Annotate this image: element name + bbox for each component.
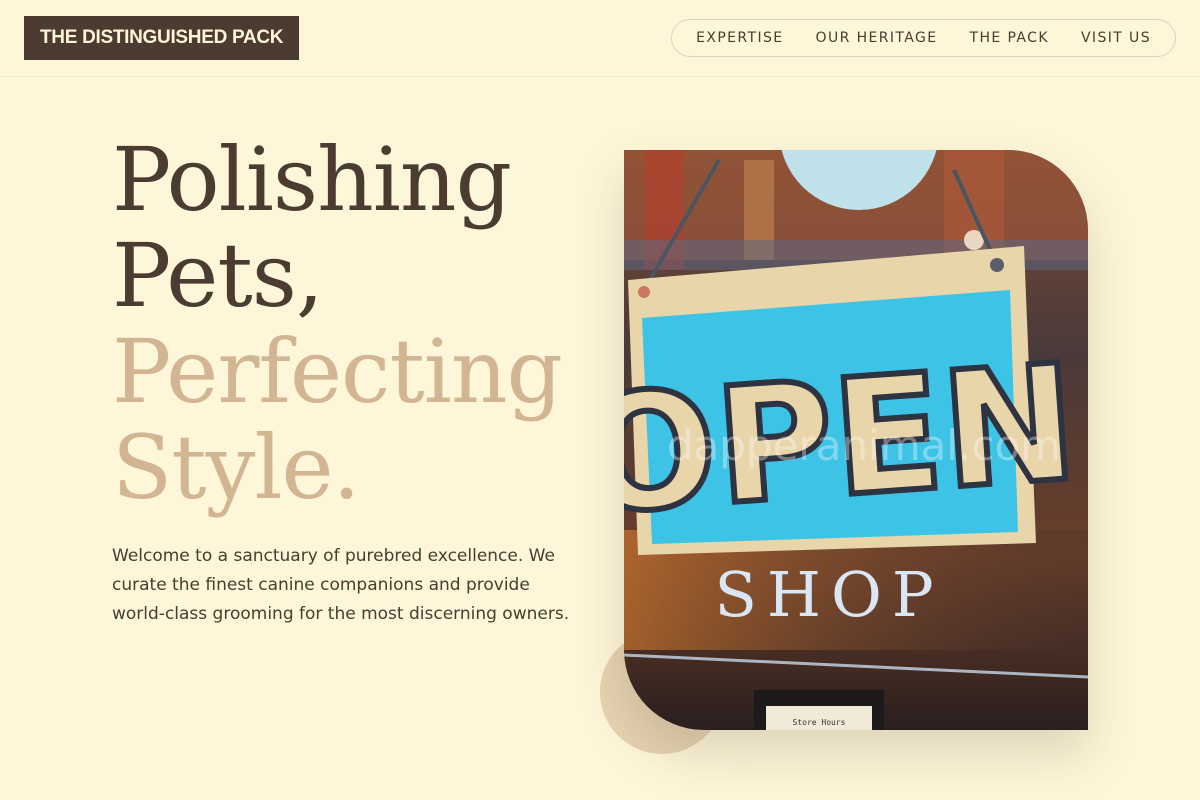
site-header: THE DISTINGUISHED PACK EXPERTISE OUR HER…: [0, 0, 1200, 77]
page: THE DISTINGUISHED PACK EXPERTISE OUR HER…: [0, 0, 1200, 800]
window-shop-text: SHOP: [714, 558, 943, 631]
nav-link-our-heritage[interactable]: OUR HERITAGE: [808, 30, 946, 46]
headline-line-3: Perfecting: [112, 320, 563, 423]
nav-link-visit-us[interactable]: VISIT US: [1073, 30, 1159, 46]
photo-watermark: dapperanimal.com: [667, 421, 1061, 470]
headline-line-4: Style.: [112, 416, 361, 519]
hero-headline: Polishing Pets, Perfecting Style.: [112, 128, 563, 519]
brand-logo[interactable]: THE DISTINGUISHED PACK: [24, 16, 300, 60]
main-nav: EXPERTISE OUR HERITAGE THE PACK VISIT US: [671, 19, 1176, 57]
store-hours-sign: Store Hours: [793, 718, 846, 727]
nav-link-expertise[interactable]: EXPERTISE: [688, 30, 791, 46]
nav-link-the-pack[interactable]: THE PACK: [962, 30, 1057, 46]
hero-photo-open-sign: OPEN SHOP dapperanimal.com Store Hours: [624, 150, 1088, 730]
headline-line-2: Pets,: [112, 224, 324, 327]
headline-line-1: Polishing: [112, 128, 512, 231]
hero-intro-text: Welcome to a sanctuary of purebred excel…: [112, 546, 570, 624]
